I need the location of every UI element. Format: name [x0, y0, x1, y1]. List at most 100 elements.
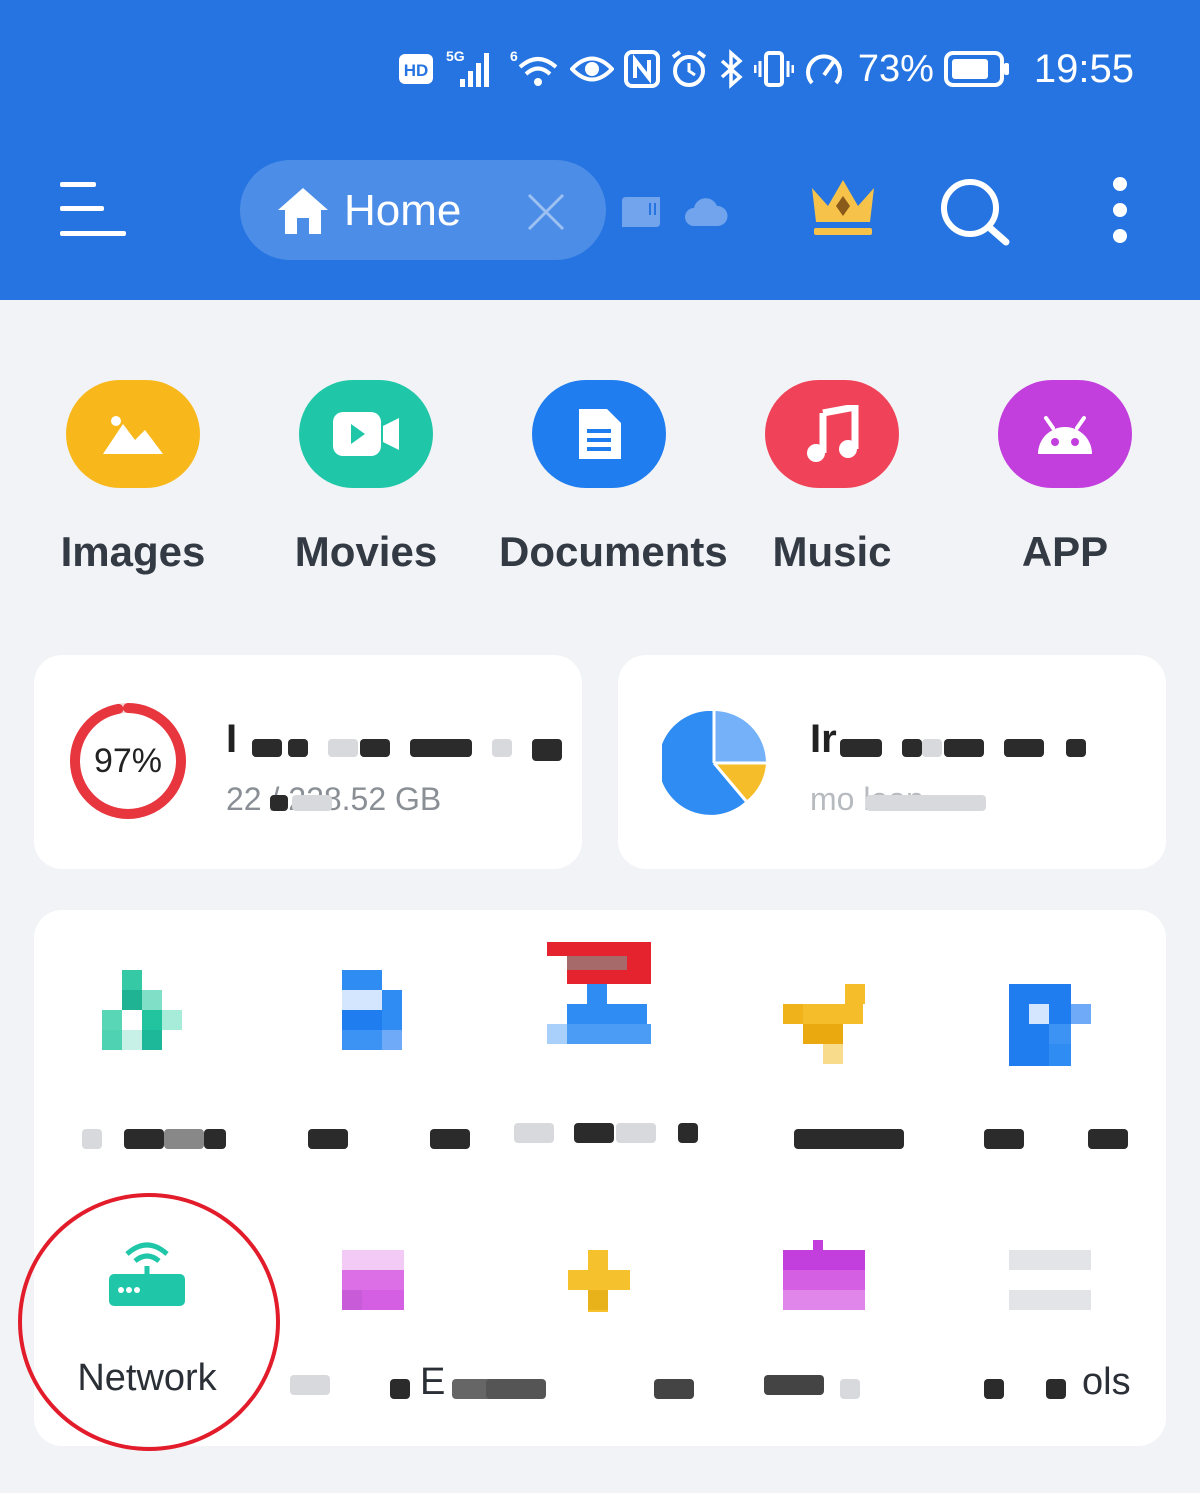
- redacted-block: [840, 739, 882, 757]
- search-icon[interactable]: [938, 176, 1010, 251]
- tool-item-9[interactable]: [712, 1240, 938, 1405]
- analyze-card[interactable]: Ir mo lean: [618, 655, 1166, 869]
- redacted-block: [944, 739, 984, 757]
- storage-title: I: [226, 717, 238, 761]
- pixelated-icon: [342, 1250, 404, 1310]
- alarm-icon: [670, 49, 708, 89]
- category-movies-label: Movies: [294, 528, 438, 575]
- tool-item-8[interactable]: [486, 1250, 712, 1405]
- clock-time: 19:55: [1033, 46, 1134, 91]
- redacted-block: [678, 1123, 698, 1143]
- more-options-icon[interactable]: [1102, 176, 1138, 251]
- category-documents-label: Documents: [499, 528, 728, 575]
- cellular-signal-icon: 5G: [444, 47, 500, 91]
- home-icon: [276, 186, 330, 241]
- wifi-version-label: 6: [510, 48, 518, 64]
- category-app[interactable]: APP: [965, 380, 1165, 576]
- redacted-label: [712, 1119, 938, 1159]
- redacted-block: [922, 739, 942, 757]
- network-type-label: 5G: [446, 48, 465, 64]
- redacted-block: [430, 1129, 470, 1149]
- pixelated-icon: [102, 970, 182, 1050]
- redacted-label: [486, 1113, 712, 1153]
- pixelated-icon: [1009, 984, 1091, 1066]
- movies-icon: [299, 380, 433, 488]
- redacted-block: [984, 1379, 1004, 1399]
- redacted-block: [532, 739, 562, 761]
- redacted-block: [514, 1123, 554, 1143]
- redacted-block: [1066, 739, 1086, 757]
- redacted-block: [124, 1129, 164, 1149]
- music-icon: [765, 380, 899, 488]
- redacted-block: [390, 1379, 410, 1399]
- category-documents[interactable]: Documents: [499, 380, 728, 576]
- redacted-block: [794, 1129, 904, 1149]
- redacted-block: [308, 1129, 348, 1149]
- sd-card-icon[interactable]: [620, 195, 662, 234]
- redacted-block: [616, 1123, 656, 1143]
- battery-percent: 73%: [857, 47, 934, 90]
- redacted-block: [410, 739, 472, 757]
- tool-item-10[interactable]: ols: [938, 1250, 1164, 1405]
- pixelated-icon: [568, 1250, 630, 1312]
- menu-icon[interactable]: [56, 178, 128, 240]
- redacted-block: [292, 795, 332, 811]
- hd-icon: HD: [398, 52, 434, 86]
- highlight-circle: [18, 1193, 280, 1451]
- redacted-block: [204, 1129, 226, 1149]
- tool-item-4[interactable]: [712, 984, 938, 1159]
- category-music[interactable]: Music: [732, 380, 932, 576]
- category-app-label: APP: [1021, 528, 1109, 575]
- storage-percent: 97%: [93, 741, 163, 780]
- pixelated-icon: [342, 970, 402, 1050]
- redacted-block: [654, 1379, 694, 1399]
- category-images-label: Images: [60, 528, 206, 575]
- tab-close-icon[interactable]: [524, 190, 568, 234]
- tool-item-1[interactable]: [34, 970, 260, 1159]
- redacted-block: [574, 1123, 614, 1143]
- redacted-block: [290, 1375, 330, 1395]
- tab-home-label: Home: [344, 186, 462, 235]
- tool-item-3[interactable]: [486, 942, 712, 1153]
- tool-item-2[interactable]: [260, 970, 486, 1159]
- redacted-label: [712, 1365, 938, 1405]
- tool-item-5[interactable]: [938, 984, 1164, 1159]
- tool-item-10-label: ols: [1082, 1361, 1131, 1403]
- category-movies[interactable]: Movies: [266, 380, 466, 576]
- redacted-label: [260, 1119, 486, 1159]
- pixelated-icon: [547, 942, 651, 1044]
- tool-item-7-label: E: [420, 1361, 446, 1403]
- battery-icon: [943, 51, 1010, 87]
- redacted-block: [252, 739, 282, 757]
- documents-icon: [532, 380, 666, 488]
- category-images[interactable]: Images: [33, 380, 233, 576]
- redacted-block: [1088, 1129, 1128, 1149]
- bluetooth-icon: [718, 49, 744, 89]
- redacted-block: [984, 1129, 1024, 1149]
- top-app-bar: HD 5G 6 73% 19:55 Home: [0, 0, 1200, 300]
- redacted-label: [938, 1119, 1164, 1159]
- redacted-label: E: [260, 1361, 512, 1405]
- cloud-icon[interactable]: [684, 194, 728, 233]
- redacted-block: [840, 1379, 860, 1399]
- redacted-block: [328, 739, 358, 757]
- storage-card[interactable]: 97% I 22 / 228.52 GB: [34, 655, 582, 869]
- analyze-title: Ir: [810, 717, 837, 761]
- redacted-block: [164, 1129, 204, 1149]
- redacted-block: [902, 739, 922, 757]
- crown-icon[interactable]: [808, 176, 878, 243]
- redacted-block: [1004, 739, 1044, 757]
- pixelated-icon: [1009, 1250, 1091, 1310]
- redacted-label: [486, 1365, 712, 1405]
- tool-item-7[interactable]: E: [260, 1250, 512, 1405]
- status-bar: HD 5G 6 73% 19:55: [398, 42, 1134, 96]
- images-icon: [66, 380, 200, 488]
- redacted-label: [34, 1119, 260, 1159]
- eye-icon: [569, 52, 614, 86]
- storage-size: 22 / 228.52 GB: [226, 781, 442, 817]
- redacted-block: [486, 1379, 546, 1399]
- category-music-label: Music: [772, 528, 892, 575]
- redacted-block: [1046, 1379, 1066, 1399]
- redacted-block: [270, 795, 288, 811]
- redacted-block: [288, 739, 308, 757]
